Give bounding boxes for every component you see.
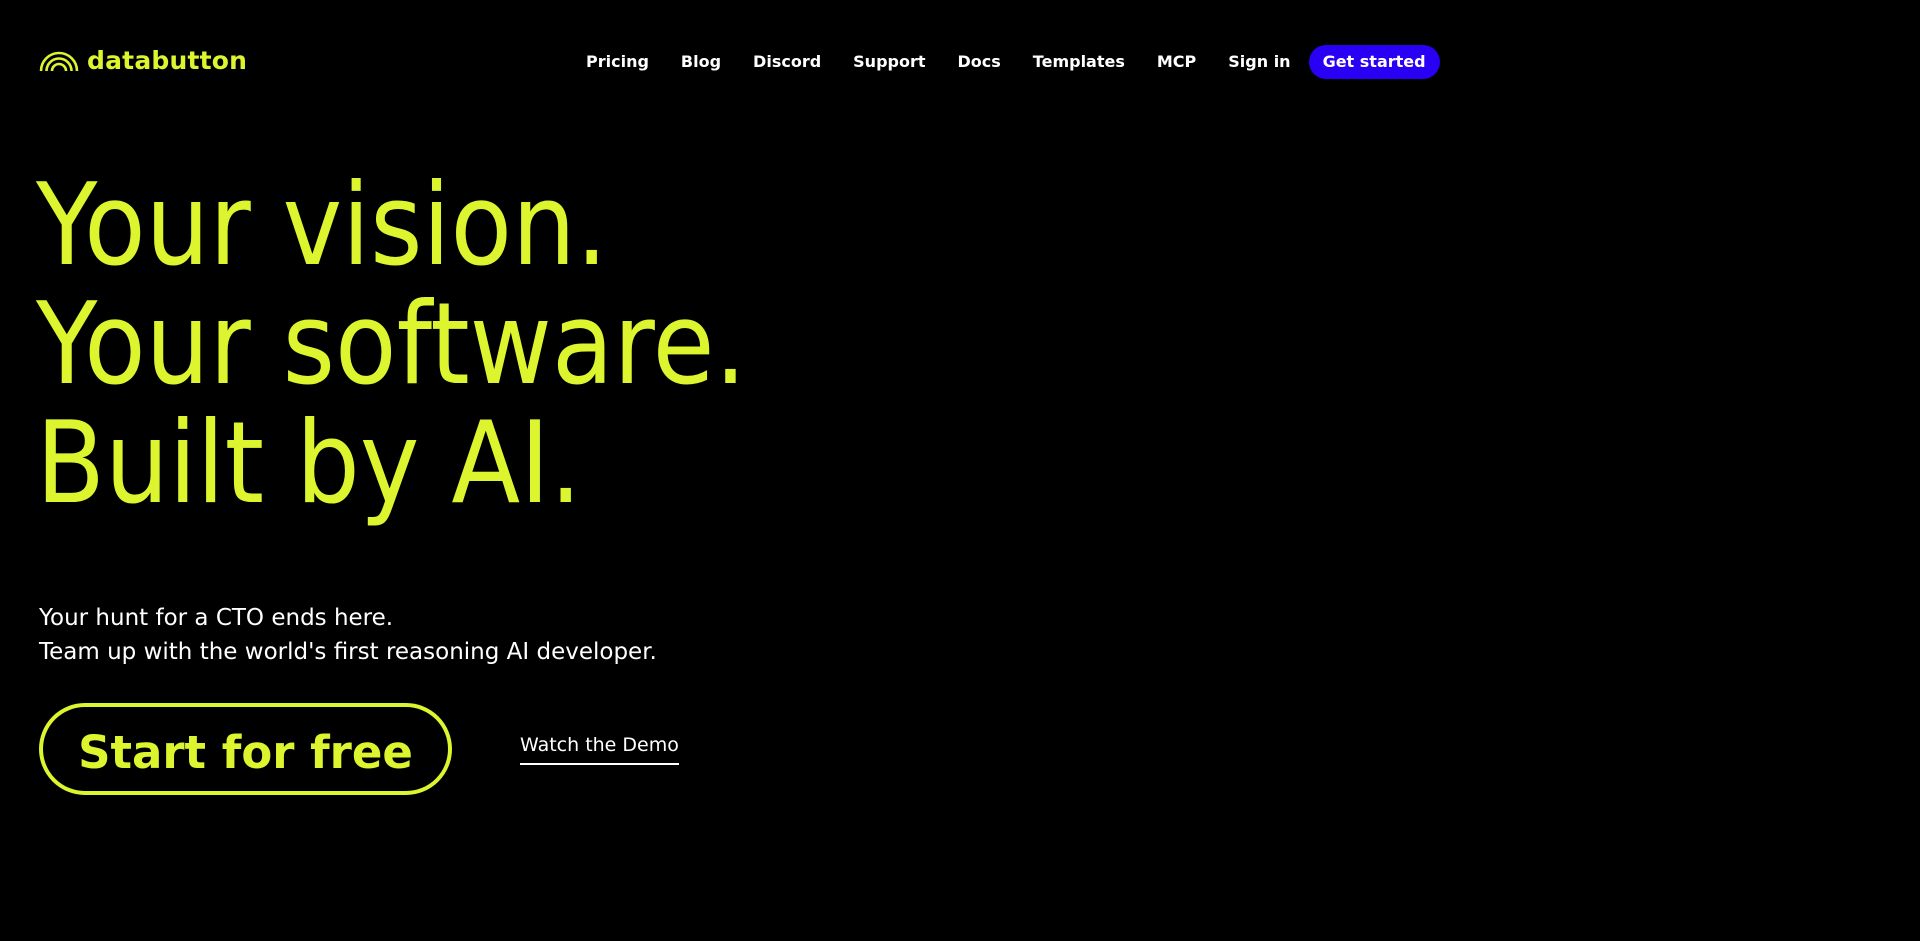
main-nav: Pricing Blog Discord Support Docs Templa… (570, 45, 1440, 79)
hero-subtitle: Your hunt for a CTO ends here. Team up w… (39, 601, 657, 669)
brand-name: databutton (87, 45, 248, 75)
databutton-logo[interactable]: databutton (39, 42, 247, 78)
rainbow-arcs-icon (39, 51, 79, 72)
nav-item-pricing[interactable]: Pricing (570, 45, 665, 79)
start-for-free-button[interactable]: Start for free (39, 703, 452, 795)
hero-subtitle-line-2: Team up with the world's first reasoning… (39, 639, 657, 665)
nav-item-docs[interactable]: Docs (942, 45, 1017, 79)
nav-item-templates[interactable]: Templates (1017, 45, 1141, 79)
nav-item-mcp[interactable]: MCP (1141, 45, 1212, 79)
hero-title-line-3: Built by AI. (36, 397, 582, 529)
nav-item-support[interactable]: Support (837, 45, 941, 79)
sign-in-link[interactable]: Sign in (1212, 45, 1306, 79)
hero-subtitle-line-1: Your hunt for a CTO ends here. (39, 605, 394, 631)
site-header: databutton Pricing Blog Discord Support … (0, 0, 1920, 124)
get-started-button[interactable]: Get started (1308, 45, 1440, 79)
nav-item-blog[interactable]: Blog (665, 45, 737, 79)
hero-title: Your vision. Your software. Built by AI. (36, 166, 747, 523)
nav-item-discord[interactable]: Discord (737, 45, 837, 79)
hero-title-line-2: Your software. (36, 278, 747, 410)
hero-title-line-1: Your vision. (36, 159, 608, 291)
watch-demo-link[interactable]: Watch the Demo (520, 733, 679, 765)
